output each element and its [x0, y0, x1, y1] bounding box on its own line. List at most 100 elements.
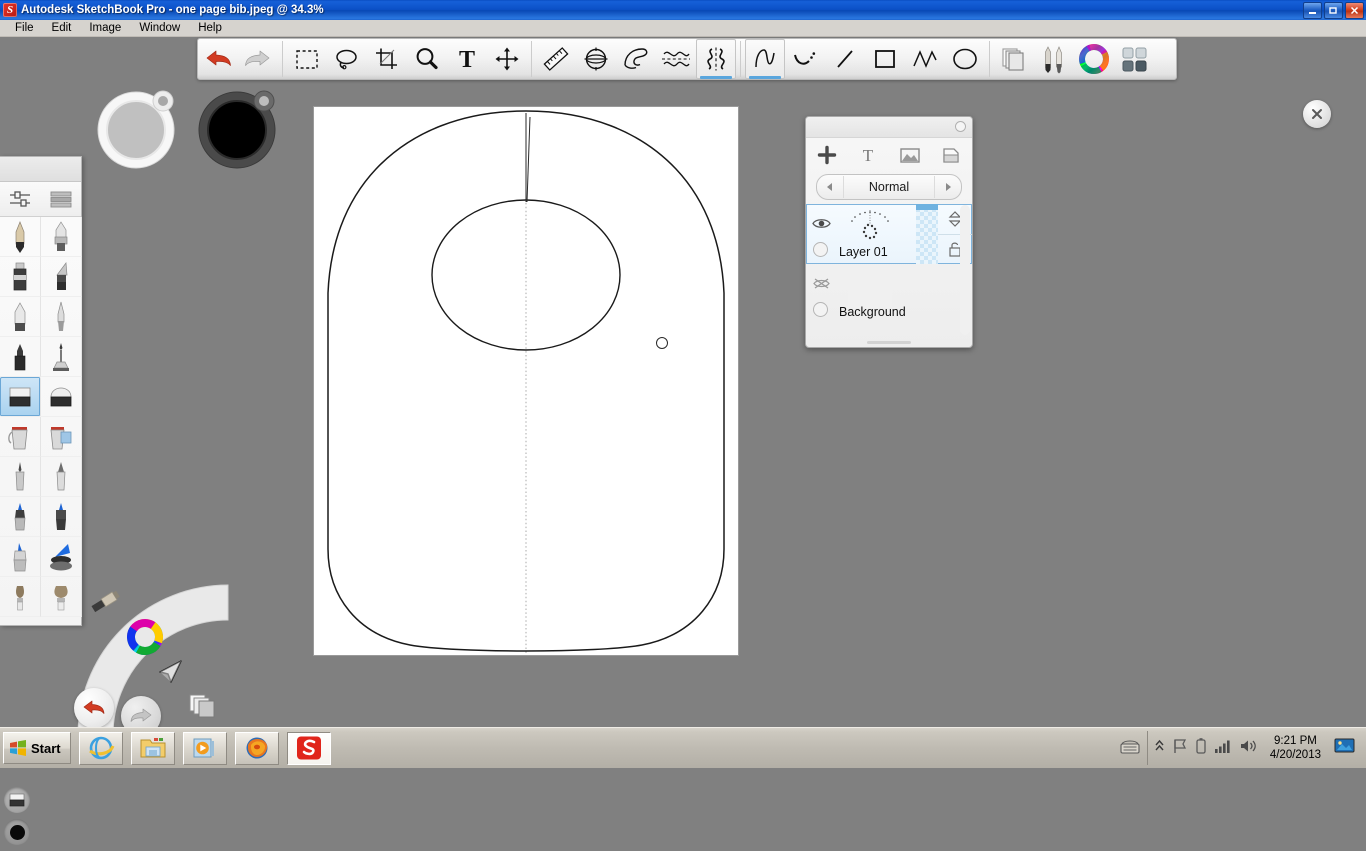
oval-icon[interactable]	[945, 39, 985, 79]
toolbar-separator	[531, 41, 532, 77]
start-button[interactable]: Start	[3, 732, 71, 764]
tool-palette-icon[interactable]	[1114, 39, 1154, 79]
freehand-icon[interactable]	[745, 39, 785, 79]
show-desktop-icon[interactable]	[1334, 737, 1356, 760]
layers-icon[interactable]	[994, 39, 1034, 79]
symmetry-horizontal-icon[interactable]	[656, 39, 696, 79]
flat-brush[interactable]	[41, 257, 82, 297]
taskbar-firefox[interactable]	[234, 731, 279, 765]
zoom-icon[interactable]	[407, 39, 447, 79]
lagoon-cursor-icon[interactable]	[155, 655, 189, 694]
taskbar-internet-explorer[interactable]	[78, 731, 123, 765]
toolbar-group-panels	[994, 39, 1154, 79]
battery-icon[interactable]	[1195, 737, 1207, 760]
text-icon[interactable]: T	[447, 39, 487, 79]
taskbar-media-player[interactable]	[182, 731, 227, 765]
pencil-brush[interactable]	[0, 217, 41, 257]
minimize-button[interactable]	[1303, 2, 1322, 19]
add-image-layer-icon[interactable]	[889, 145, 931, 165]
ellipse-guide-icon[interactable]	[576, 39, 616, 79]
soft-eraser-tool[interactable]	[41, 377, 82, 417]
blue-marker-brush[interactable]	[0, 497, 41, 537]
taskbar-sketchbook[interactable]	[286, 731, 331, 765]
current-brush-swatch[interactable]	[4, 787, 30, 813]
eye-hidden-icon[interactable]	[812, 277, 831, 295]
blend-mode-next-icon[interactable]	[935, 181, 961, 193]
restore-button[interactable]	[1324, 2, 1343, 19]
brush-color-puck[interactable]	[196, 85, 282, 171]
bristle-brush[interactable]	[0, 577, 41, 617]
french-curve-icon[interactable]	[616, 39, 656, 79]
layer-select-radio[interactable]	[813, 302, 828, 317]
marker-brush[interactable]	[0, 257, 41, 297]
ruler-icon[interactable]	[536, 39, 576, 79]
add-layer-icon[interactable]	[806, 145, 848, 165]
layer-select-radio[interactable]	[813, 242, 828, 257]
blue-highlighter-brush[interactable]	[0, 537, 41, 577]
blend-mode-value: Normal	[843, 176, 935, 198]
lagoon-undo-button[interactable]	[74, 688, 114, 728]
layers-scrollbar[interactable]	[960, 205, 970, 335]
move-icon[interactable]	[487, 39, 527, 79]
layer-thumbnail[interactable]: Layer 01	[836, 204, 916, 264]
curve-icon[interactable]	[785, 39, 825, 79]
menu-item-file[interactable]: File	[6, 21, 43, 35]
undo-icon[interactable]	[198, 39, 238, 79]
current-color-swatch[interactable]	[4, 819, 30, 845]
layer-opacity-slider[interactable]	[916, 204, 938, 264]
chisel-marker-brush[interactable]	[41, 217, 82, 257]
menu-item-help[interactable]: Help	[189, 21, 231, 35]
volume-icon[interactable]	[1239, 738, 1257, 759]
duplicate-layer-icon[interactable]	[931, 145, 973, 165]
layers-panel-resize-grip[interactable]	[867, 341, 911, 344]
flag-action-center-icon[interactable]	[1172, 738, 1188, 759]
brushes-icon[interactable]	[1034, 39, 1074, 79]
blue-felt-brush[interactable]	[41, 497, 82, 537]
line-icon[interactable]	[825, 39, 865, 79]
felt-pen-brush[interactable]	[0, 337, 41, 377]
layer-row[interactable]: Layer 01	[806, 204, 972, 264]
color-wheel-icon[interactable]	[1074, 39, 1114, 79]
menu-item-edit[interactable]: Edit	[43, 21, 81, 35]
brush-properties-icon[interactable]	[0, 182, 41, 216]
lasso-select-icon[interactable]	[327, 39, 367, 79]
layer-thumbnail[interactable]: Background	[836, 264, 972, 324]
crop-icon[interactable]	[367, 39, 407, 79]
eye-icon[interactable]	[812, 217, 831, 235]
taskbar-file-explorer[interactable]	[130, 731, 175, 765]
polyline-icon[interactable]	[905, 39, 945, 79]
paint-bucket-layer-tool[interactable]	[41, 417, 82, 457]
eraser-tool[interactable]	[0, 377, 41, 417]
brush-size-puck[interactable]	[95, 85, 181, 171]
tray-time: 9:21 PM	[1274, 735, 1317, 747]
spray-brush[interactable]	[41, 337, 82, 377]
fine-pen-brush[interactable]	[0, 457, 41, 497]
bib-top-notch	[525, 113, 531, 203]
brush-list-view-icon[interactable]	[41, 182, 82, 216]
airbrush-brush[interactable]	[41, 297, 82, 337]
network-signal-icon[interactable]	[1214, 738, 1232, 759]
drawing-canvas[interactable]	[314, 107, 738, 655]
keyboard-icon[interactable]	[1119, 739, 1141, 757]
paint-bucket-tool[interactable]	[0, 417, 41, 457]
menu-item-image[interactable]: Image	[80, 21, 130, 35]
lagoon-brush-icon[interactable]	[88, 586, 124, 625]
close-button[interactable]	[1345, 2, 1364, 19]
rectangle-icon[interactable]	[865, 39, 905, 79]
symmetry-vertical-icon[interactable]	[696, 39, 736, 79]
add-text-layer-icon[interactable]: T	[848, 145, 890, 165]
redo-icon[interactable]	[238, 39, 278, 79]
soft-marker-brush[interactable]	[0, 297, 41, 337]
layers-panel-close-icon[interactable]	[955, 121, 966, 132]
blend-mode-selector[interactable]: Normal	[816, 174, 962, 200]
layer-row[interactable]: Background	[806, 264, 972, 324]
menu-item-window[interactable]: Window	[130, 21, 189, 35]
close-canvas-button[interactable]	[1303, 100, 1331, 128]
tray-icons-box: 9:21 PM 4/20/2013	[1146, 731, 1362, 765]
blend-mode-prev-icon[interactable]	[817, 181, 843, 193]
lagoon-layers-icon[interactable]	[188, 692, 220, 727]
rectangle-select-icon[interactable]	[287, 39, 327, 79]
tray-clock[interactable]: 9:21 PM 4/20/2013	[1270, 734, 1321, 762]
show-hidden-icons-icon[interactable]	[1154, 738, 1165, 758]
sharp-pen-brush[interactable]	[41, 457, 82, 497]
